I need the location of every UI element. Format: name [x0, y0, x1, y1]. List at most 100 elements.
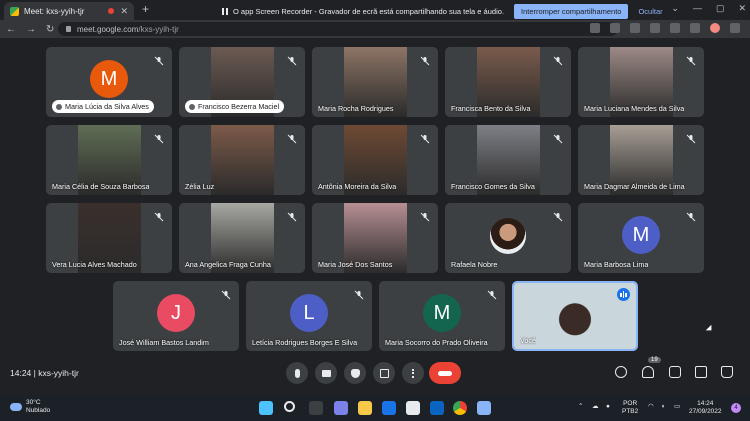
more-options-button[interactable] [402, 362, 424, 384]
participant-tile[interactable]: Maria Luciana Mendes da Silva [578, 47, 704, 117]
notification-badge[interactable]: 4 [731, 403, 741, 413]
participant-tile[interactable]: Francisco Bezerra Maciel [179, 47, 305, 117]
search-icon[interactable] [284, 401, 295, 412]
leave-call-button[interactable] [429, 362, 461, 384]
participant-tile[interactable]: M Maria Socorro do Prado Oliveira [379, 281, 505, 351]
tray-mic-icon[interactable]: ● [606, 403, 610, 411]
raise-hand-button[interactable] [344, 362, 366, 384]
muted-mic-icon [221, 287, 231, 300]
info-icon[interactable] [615, 366, 627, 378]
activities-icon[interactable] [695, 366, 707, 378]
wifi-icon[interactable]: ◠ [648, 403, 654, 411]
language-indicator[interactable]: POR PTB2 [622, 400, 638, 416]
muted-mic-icon [553, 131, 563, 144]
participant-tile[interactable]: Francisco Gomes da Silva [445, 125, 571, 195]
tab-meet[interactable]: Meet: kxs-yyih-tjr ✕ [4, 2, 134, 20]
new-tab-button[interactable]: + [142, 2, 149, 16]
teams-chat-icon[interactable] [334, 401, 348, 415]
participant-tile[interactable]: Você [512, 281, 638, 351]
participant-name-text: Maria Barbosa Lima [584, 260, 649, 269]
participant-tile[interactable]: Maria Dagmar Almeida de Lima [578, 125, 704, 195]
chat-icon[interactable] [669, 366, 681, 378]
profile-avatar[interactable] [710, 23, 720, 33]
participant-tile[interactable]: M Maria Lúcia da Silva Alves [46, 47, 172, 117]
close-tab-icon[interactable]: ✕ [120, 6, 128, 17]
pin-icon [56, 103, 62, 110]
participant-tile[interactable]: J José William Bastos Landim [113, 281, 239, 351]
video-feed [210, 125, 274, 195]
participant-name-text: Maria Dagmar Almeida de Lima [584, 182, 685, 191]
participant-name: Maria Dagmar Almeida de Lima [584, 182, 685, 191]
participant-name: Maria Célia de Souza Barbosa [52, 182, 149, 191]
participant-name-text: Você [520, 336, 536, 345]
clock-date: 27/09/2022 [689, 408, 722, 415]
hangup-icon [438, 370, 452, 376]
bookmark-star-icon[interactable] [630, 23, 640, 33]
host-controls-icon[interactable] [721, 366, 733, 378]
profile-photo [490, 218, 526, 254]
sidebar-icon[interactable] [690, 23, 700, 33]
participant-tile[interactable]: Ana Angelica Fraga Cunha [179, 203, 305, 273]
participant-name: Maria Rocha Rodrigues [318, 104, 394, 113]
chrome-icon[interactable] [453, 401, 467, 415]
avatar: M [90, 60, 128, 98]
mic-icon [294, 368, 300, 378]
participant-tile[interactable]: Maria Célia de Souza Barbosa [46, 125, 172, 195]
participant-tile[interactable]: L Letícia Rodrigues Borges E Silva [246, 281, 372, 351]
store-icon[interactable] [406, 401, 420, 415]
participant-tile[interactable]: Zélia Luz [179, 125, 305, 195]
muted-mic-icon [287, 53, 297, 66]
camera-permission-icon[interactable] [590, 23, 600, 33]
present-button[interactable] [373, 362, 395, 384]
chevron-down-icon[interactable]: ⌄ [671, 3, 679, 14]
participant-tile[interactable]: Rafaela Nobre [445, 203, 571, 273]
lock-icon[interactable] [66, 26, 71, 32]
participant-tile[interactable]: Francisca Bento da Silva [445, 47, 571, 117]
participant-name-text: Ana Angelica Fraga Cunha [185, 260, 271, 269]
participant-name-text: Maria Rocha Rodrigues [318, 104, 394, 113]
muted-mic-icon [686, 53, 696, 66]
muted-mic-icon [154, 209, 164, 222]
muted-mic-icon [487, 287, 497, 300]
participant-tile[interactable]: Maria Rocha Rodrigues [312, 47, 438, 117]
forward-icon[interactable]: → [26, 24, 36, 35]
participant-tile[interactable]: Vera Lucia Alves Machado [46, 203, 172, 273]
muted-mic-icon [287, 209, 297, 222]
task-view-icon[interactable] [309, 401, 323, 415]
maximize-icon[interactable]: ▢ [716, 3, 725, 14]
participant-tile[interactable]: M Maria Barbosa Lima [578, 203, 704, 273]
tray-cloud-icon[interactable]: ☁ [592, 403, 599, 411]
muted-mic-icon [154, 53, 164, 66]
weather-widget[interactable]: 30°C Nublado [10, 399, 50, 415]
edge-icon[interactable] [382, 401, 396, 415]
cloud-icon [10, 403, 22, 411]
puzzle-icon[interactable] [670, 23, 680, 33]
battery-icon[interactable]: ▭ [674, 403, 680, 411]
mic-button[interactable] [286, 362, 308, 384]
windows-start-icon[interactable] [259, 401, 273, 415]
minimize-icon[interactable]: — [693, 3, 702, 14]
tray-chevron-icon[interactable]: ⌃ [578, 403, 583, 411]
close-window-icon[interactable]: ✕ [738, 3, 746, 14]
participant-tile[interactable]: Maria José Dos Santos [312, 203, 438, 273]
url-input[interactable]: meet.google.com/kxs-yyih-tjr [58, 22, 618, 36]
back-icon[interactable]: ← [6, 24, 16, 35]
participant-tile[interactable]: Antônia Moreira da Silva [312, 125, 438, 195]
clock[interactable]: 14:24 27/09/2022 [689, 400, 722, 416]
menu-icon[interactable] [730, 23, 740, 33]
people-icon[interactable] [642, 366, 654, 378]
screen-recorder-icon[interactable] [477, 401, 491, 415]
muted-mic-icon [686, 209, 696, 222]
share-icon[interactable] [610, 23, 620, 33]
screen-share-notification: O app Screen Recorder - Gravador de ecrã… [222, 2, 663, 20]
file-explorer-icon[interactable] [358, 401, 372, 415]
volume-icon[interactable]: ◖ [661, 403, 665, 411]
app-l-icon[interactable] [430, 401, 444, 415]
participant-name-text: Rafaela Nobre [451, 260, 498, 269]
hide-button[interactable]: Ocultar [638, 7, 662, 16]
reload-icon[interactable]: ↻ [46, 24, 54, 35]
muted-mic-icon [354, 287, 364, 300]
camera-button[interactable] [315, 362, 337, 384]
extension-icon[interactable] [650, 23, 660, 33]
stop-sharing-button[interactable]: Interromper compartilhamento [514, 3, 629, 19]
